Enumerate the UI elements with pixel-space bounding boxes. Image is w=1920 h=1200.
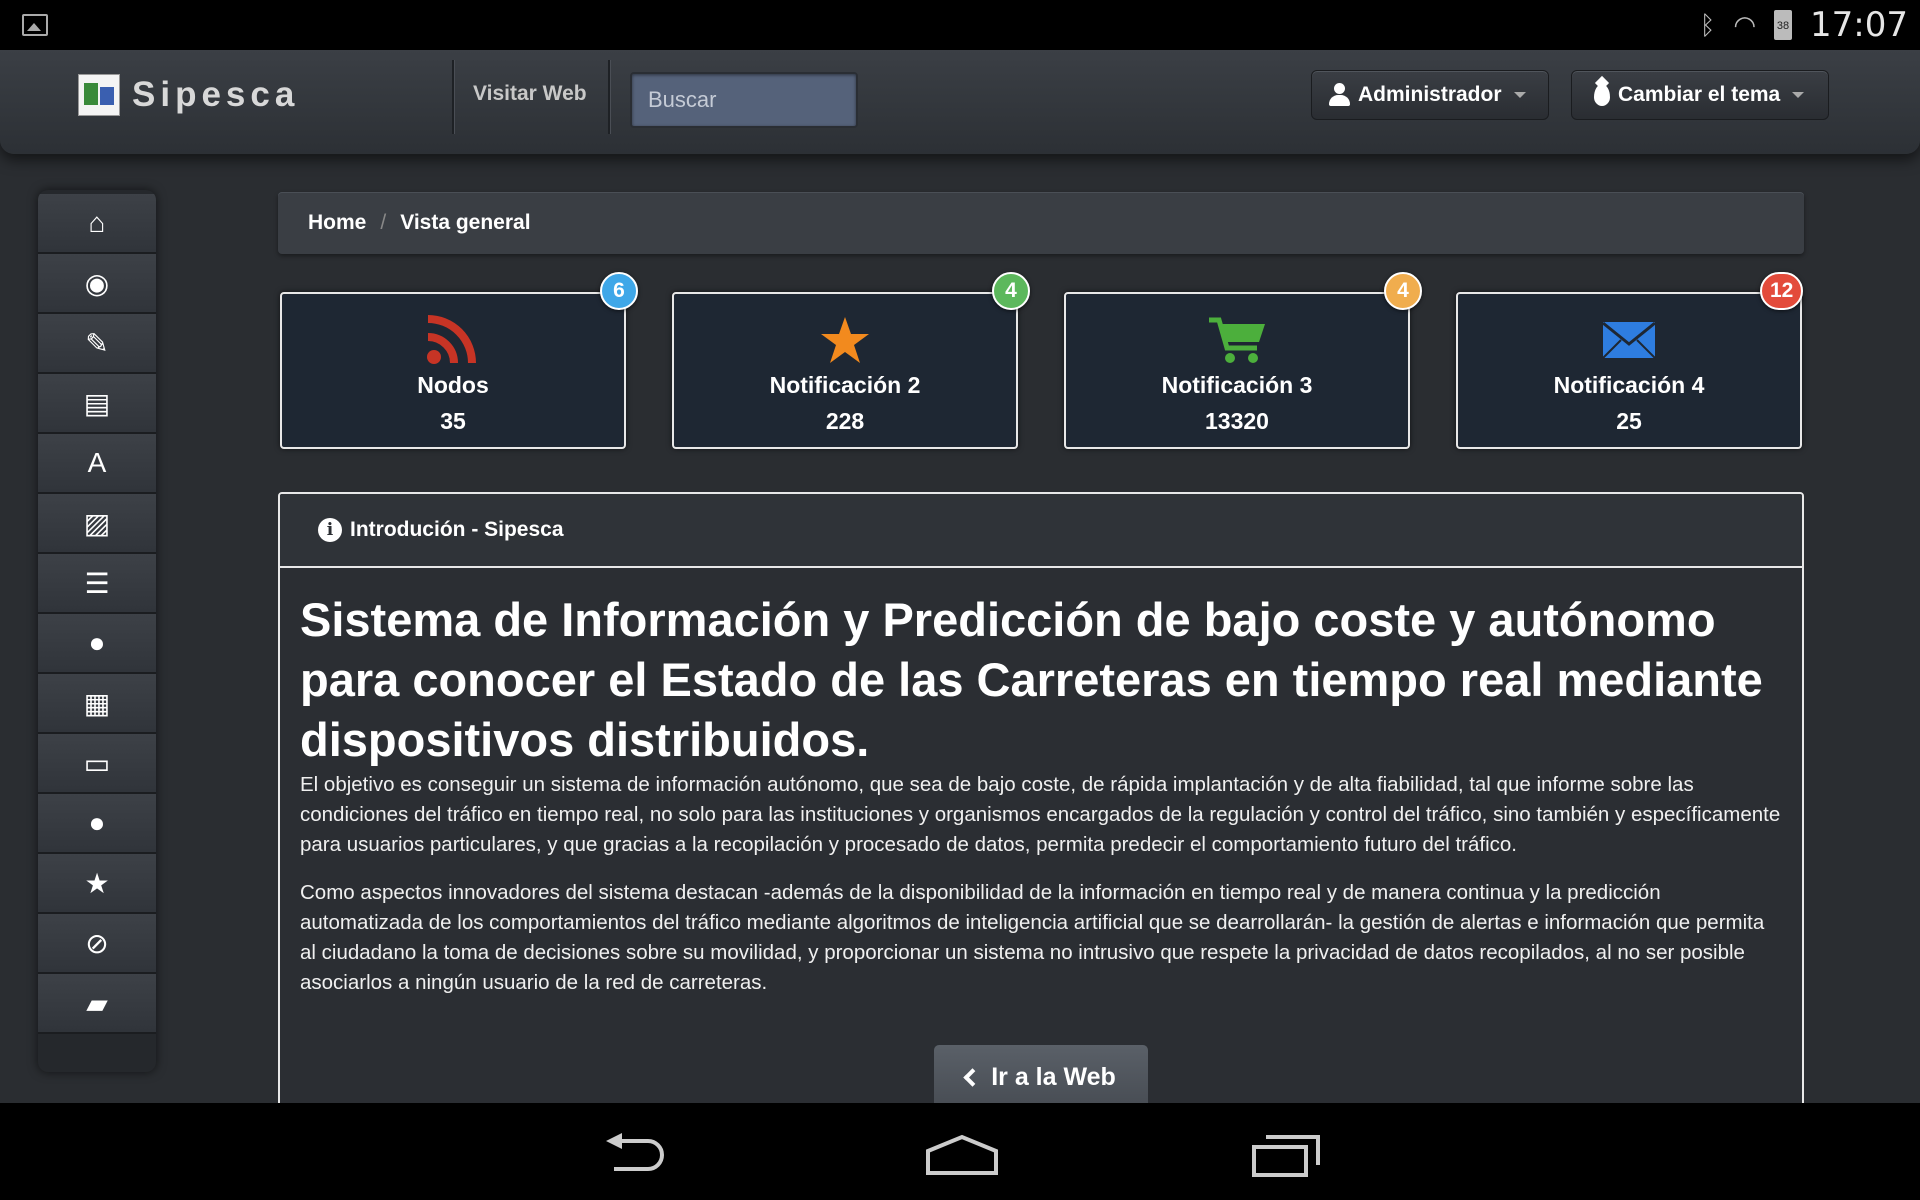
sidebar-item[interactable]: ▭ bbox=[38, 734, 156, 794]
tint-icon bbox=[1594, 84, 1610, 106]
align-justify-icon: ☰ bbox=[84, 567, 110, 599]
top-navbar: Sipesca Visitar Web Buscar Administrador… bbox=[0, 50, 1920, 154]
wifi-icon: ◠ bbox=[1733, 9, 1757, 40]
home-icon: ⌂ bbox=[88, 207, 106, 238]
visit-web-link[interactable]: Visitar Web bbox=[473, 82, 587, 106]
breadcrumb-separator: / bbox=[380, 211, 387, 234]
search-input[interactable]: Buscar bbox=[630, 72, 858, 128]
clock: 17:07 bbox=[1810, 5, 1908, 45]
status-icons: ᛒ ◠ 38 17:07 bbox=[1700, 5, 1908, 45]
envelope-icon bbox=[1602, 321, 1656, 359]
recent-apps-button[interactable] bbox=[1252, 1133, 1320, 1177]
th-icon: ▦ bbox=[83, 687, 111, 719]
sidebar-item[interactable]: ▨ bbox=[38, 494, 156, 554]
divider bbox=[608, 60, 610, 134]
sidebar-item[interactable]: ◉ bbox=[38, 254, 156, 314]
stat-box-notificacion-4[interactable]: Notificación 4 25 12 bbox=[1456, 272, 1804, 449]
stat-title: Nodos bbox=[417, 372, 489, 398]
stat-title: Notificación 3 bbox=[1161, 372, 1313, 398]
stat-box-notificacion-2[interactable]: Notificación 2 228 4 bbox=[672, 272, 1030, 449]
bluetooth-icon: ᛒ bbox=[1699, 9, 1716, 40]
intro-paragraph: Como aspectos innovadores del sistema de… bbox=[300, 881, 1765, 994]
list-alt-icon: ▤ bbox=[83, 387, 111, 419]
stat-title: Notificación 4 bbox=[1553, 372, 1705, 398]
panel-title: Introdución - Sipesca bbox=[350, 518, 564, 541]
home-nav-icon bbox=[926, 1134, 998, 1175]
globe-icon: ● bbox=[88, 807, 106, 838]
recent-apps-icon bbox=[1252, 1135, 1320, 1177]
intro-paragraph: El objetivo es conseguir un sistema de i… bbox=[300, 773, 1781, 856]
stat-value: 228 bbox=[825, 408, 865, 434]
theme-menu-button[interactable]: Cambiar el tema bbox=[1571, 70, 1829, 120]
chevron-left-icon bbox=[963, 1067, 982, 1087]
user-icon bbox=[1328, 83, 1350, 107]
sidebar-item[interactable]: ⌂ bbox=[38, 194, 156, 254]
breadcrumb-current: Vista general bbox=[400, 211, 531, 234]
ban-icon: ⊘ bbox=[85, 927, 109, 959]
edit-icon: ✎ bbox=[85, 327, 109, 359]
panel-body: Sistema de Información y Predicción de b… bbox=[280, 568, 1802, 998]
notification-badge: 6 bbox=[600, 272, 638, 310]
go-to-web-button[interactable]: Ir a la Web bbox=[933, 1044, 1149, 1110]
sidebar: ⌂ ◉ ✎ ▤ A ▨ ☰ ● ▦ ▭ ● ★ ⊘ ▰ bbox=[38, 190, 156, 1072]
battery-icon: 38 bbox=[1774, 10, 1793, 40]
shopping-cart-icon bbox=[1209, 317, 1265, 363]
sidebar-item[interactable]: ☰ bbox=[38, 554, 156, 614]
android-navigation-bar bbox=[0, 1103, 1920, 1200]
notification-badge: 4 bbox=[992, 272, 1030, 310]
stat-value: 13320 bbox=[1205, 408, 1269, 434]
sidebar-item[interactable]: ▰ bbox=[38, 974, 156, 1034]
panel-header: i Introdución - Sipesca bbox=[280, 494, 1802, 568]
sidebar-item[interactable]: ▦ bbox=[38, 674, 156, 734]
info-icon: i bbox=[318, 518, 342, 542]
sidebar-item[interactable]: ● bbox=[38, 794, 156, 854]
stat-value: 35 bbox=[440, 408, 466, 434]
font-icon: A bbox=[87, 447, 107, 478]
lock-icon: ▰ bbox=[86, 987, 108, 1019]
gallery-notification-icon bbox=[22, 14, 48, 36]
picture-icon: ▨ bbox=[83, 507, 111, 539]
folder-open-icon: ▭ bbox=[83, 747, 111, 779]
star-icon: ★ bbox=[84, 867, 110, 899]
notification-badge: 4 bbox=[1384, 272, 1422, 310]
back-icon bbox=[606, 1133, 664, 1171]
android-status-bar: ᛒ ◠ 38 17:07 bbox=[0, 0, 1920, 50]
sidebar-item[interactable]: ▤ bbox=[38, 374, 156, 434]
sidebar-item[interactable]: A bbox=[38, 434, 156, 494]
brand-logo bbox=[78, 74, 120, 116]
home-button[interactable] bbox=[924, 1133, 998, 1175]
caret-down-icon bbox=[1792, 92, 1805, 98]
divider bbox=[452, 60, 454, 134]
back-button[interactable] bbox=[604, 1133, 668, 1171]
go-to-web-label: Ir a la Web bbox=[991, 1062, 1116, 1091]
sidebar-item[interactable]: ✎ bbox=[38, 314, 156, 374]
stat-box-nodos[interactable]: Nodos 35 6 bbox=[280, 272, 638, 449]
rss-icon bbox=[427, 315, 476, 364]
globe-icon: ● bbox=[88, 627, 106, 658]
stat-title: Notificación 2 bbox=[769, 372, 921, 398]
eye-icon: ◉ bbox=[84, 267, 110, 299]
sidebar-item[interactable]: ● bbox=[38, 614, 156, 674]
notification-badge: 12 bbox=[1760, 272, 1804, 310]
brand[interactable]: Sipesca bbox=[78, 74, 299, 116]
brand-name: Sipesca bbox=[132, 75, 300, 114]
sidebar-item[interactable]: ⊘ bbox=[38, 914, 156, 974]
intro-heading: Sistema de Información y Predicción de b… bbox=[300, 593, 1763, 766]
star-icon bbox=[821, 317, 869, 363]
breadcrumb: Home / Vista general bbox=[278, 192, 1804, 254]
stat-value: 25 bbox=[1616, 408, 1642, 434]
theme-menu-label: Cambiar el tema bbox=[1618, 83, 1781, 106]
user-menu-label: Administrador bbox=[1358, 83, 1502, 106]
breadcrumb-home[interactable]: Home bbox=[308, 211, 366, 235]
intro-panel: i Introdución - Sipesca Sistema de Infor… bbox=[278, 492, 1804, 1112]
caret-down-icon bbox=[1513, 92, 1526, 98]
sidebar-item[interactable]: ★ bbox=[38, 854, 156, 914]
stat-box-notificacion-3[interactable]: Notificación 3 13320 4 bbox=[1064, 272, 1422, 449]
user-menu-button[interactable]: Administrador bbox=[1311, 70, 1549, 120]
